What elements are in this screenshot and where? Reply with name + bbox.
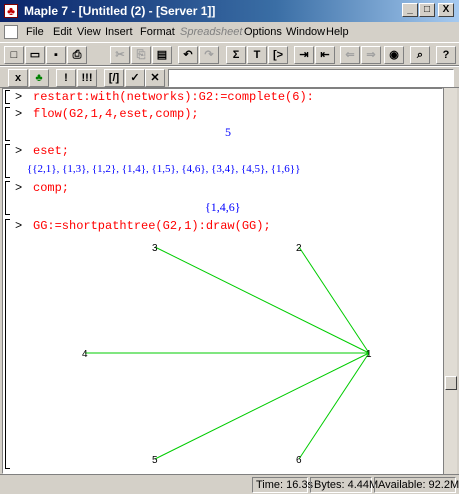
menu-format[interactable]: Format <box>140 26 175 38</box>
prompt-icon[interactable]: [> <box>268 46 288 64</box>
node-1-label: 1 <box>366 349 372 360</box>
menu-options[interactable]: Options <box>244 26 282 38</box>
status-available: Available: 92.2M <box>374 477 459 493</box>
redo-icon[interactable]: ↷ <box>199 46 219 64</box>
maximize-button[interactable]: □ <box>419 3 435 17</box>
menu-bar: File Edit View Insert Format Spreadsheet… <box>0 22 459 42</box>
cancel-icon[interactable]: ✕ <box>145 69 165 87</box>
save-icon[interactable]: ▪ <box>46 46 66 64</box>
context-toolbar: x ♣ ! !!! [/] ✓ ✕ <box>0 66 459 88</box>
node-5-label: 5 <box>152 455 158 466</box>
minimize-button[interactable]: _ <box>402 3 418 17</box>
menu-insert[interactable]: Insert <box>105 26 133 38</box>
back-icon[interactable]: ⇐ <box>340 46 360 64</box>
help-icon[interactable]: ? <box>436 46 456 64</box>
vertical-scrollbar[interactable] <box>443 88 457 474</box>
menu-view[interactable]: View <box>77 26 101 38</box>
text-icon[interactable]: T <box>247 46 267 64</box>
maple-leaf-icon[interactable]: ♣ <box>4 4 18 18</box>
menu-spreadsheet[interactable]: Spreadsheet <box>180 26 242 38</box>
close-button[interactable]: X <box>438 3 454 17</box>
graph-plot[interactable]: 1 2 3 4 5 6 <box>3 89 443 474</box>
graph-edge-1-6 <box>298 352 370 460</box>
node-3-label: 3 <box>152 243 158 254</box>
outdent-icon[interactable]: ⇤ <box>315 46 335 64</box>
cut-icon[interactable]: ✂ <box>110 46 130 64</box>
sigma-icon[interactable]: Σ <box>226 46 246 64</box>
zoom-icon[interactable]: ⌕ <box>410 46 430 64</box>
undo-icon[interactable]: ↶ <box>178 46 198 64</box>
open-icon[interactable]: ▭ <box>25 46 45 64</box>
maple-leaf-icon[interactable]: ♣ <box>29 69 49 87</box>
node-4-label: 4 <box>82 349 88 360</box>
scrollbar-thumb[interactable] <box>445 376 457 390</box>
menu-file[interactable]: File <box>26 26 44 38</box>
execute-all-icon[interactable]: !!! <box>77 69 97 87</box>
document-icon[interactable] <box>4 25 18 39</box>
graph-edge-1-5 <box>154 352 370 460</box>
worksheet[interactable]: > restart:with(networks):G2:=complete(6)… <box>2 88 443 474</box>
context-input[interactable] <box>168 69 454 87</box>
indent-icon[interactable]: ⇥ <box>294 46 314 64</box>
execute-icon[interactable]: ! <box>56 69 76 87</box>
window-title: Maple 7 - [Untitled (2) - [Server 1]] <box>24 4 216 18</box>
forward-icon[interactable]: ⇒ <box>361 46 381 64</box>
check-icon[interactable]: ✓ <box>125 69 145 87</box>
menu-window[interactable]: Window <box>286 26 325 38</box>
title-bar: ♣ Maple 7 - [Untitled (2) - [Server 1]] … <box>0 0 459 22</box>
status-time: Time: 16.3s <box>252 477 313 493</box>
graph-edges <box>85 246 370 460</box>
copy-icon[interactable]: ⎘ <box>131 46 151 64</box>
graph-edge-1-3 <box>154 246 370 354</box>
status-bytes: Bytes: 4.44M <box>310 477 378 493</box>
status-bar: Time: 16.3s Bytes: 4.44M Available: 92.2… <box>0 474 459 494</box>
stop-icon[interactable]: ◉ <box>384 46 404 64</box>
main-toolbar: □ ▭ ▪ ⎙ ✂ ⎘ ▤ ↶ ↷ Σ T [> ⇥ ⇤ ⇐ ⇒ ◉ ⌕ ? <box>0 42 459 66</box>
menu-help[interactable]: Help <box>326 26 349 38</box>
new-icon[interactable]: □ <box>4 46 24 64</box>
print-icon[interactable]: ⎙ <box>67 46 87 64</box>
menu-edit[interactable]: Edit <box>53 26 72 38</box>
math-mode-icon[interactable]: x <box>8 69 28 87</box>
graph-edge-1-2 <box>298 246 370 354</box>
paste-icon[interactable]: ▤ <box>152 46 172 64</box>
node-6-label: 6 <box>296 455 302 466</box>
node-2-label: 2 <box>296 243 302 254</box>
graph-nodes: 1 2 3 4 5 6 <box>82 243 372 466</box>
format-output-icon[interactable]: [/] <box>104 69 124 87</box>
